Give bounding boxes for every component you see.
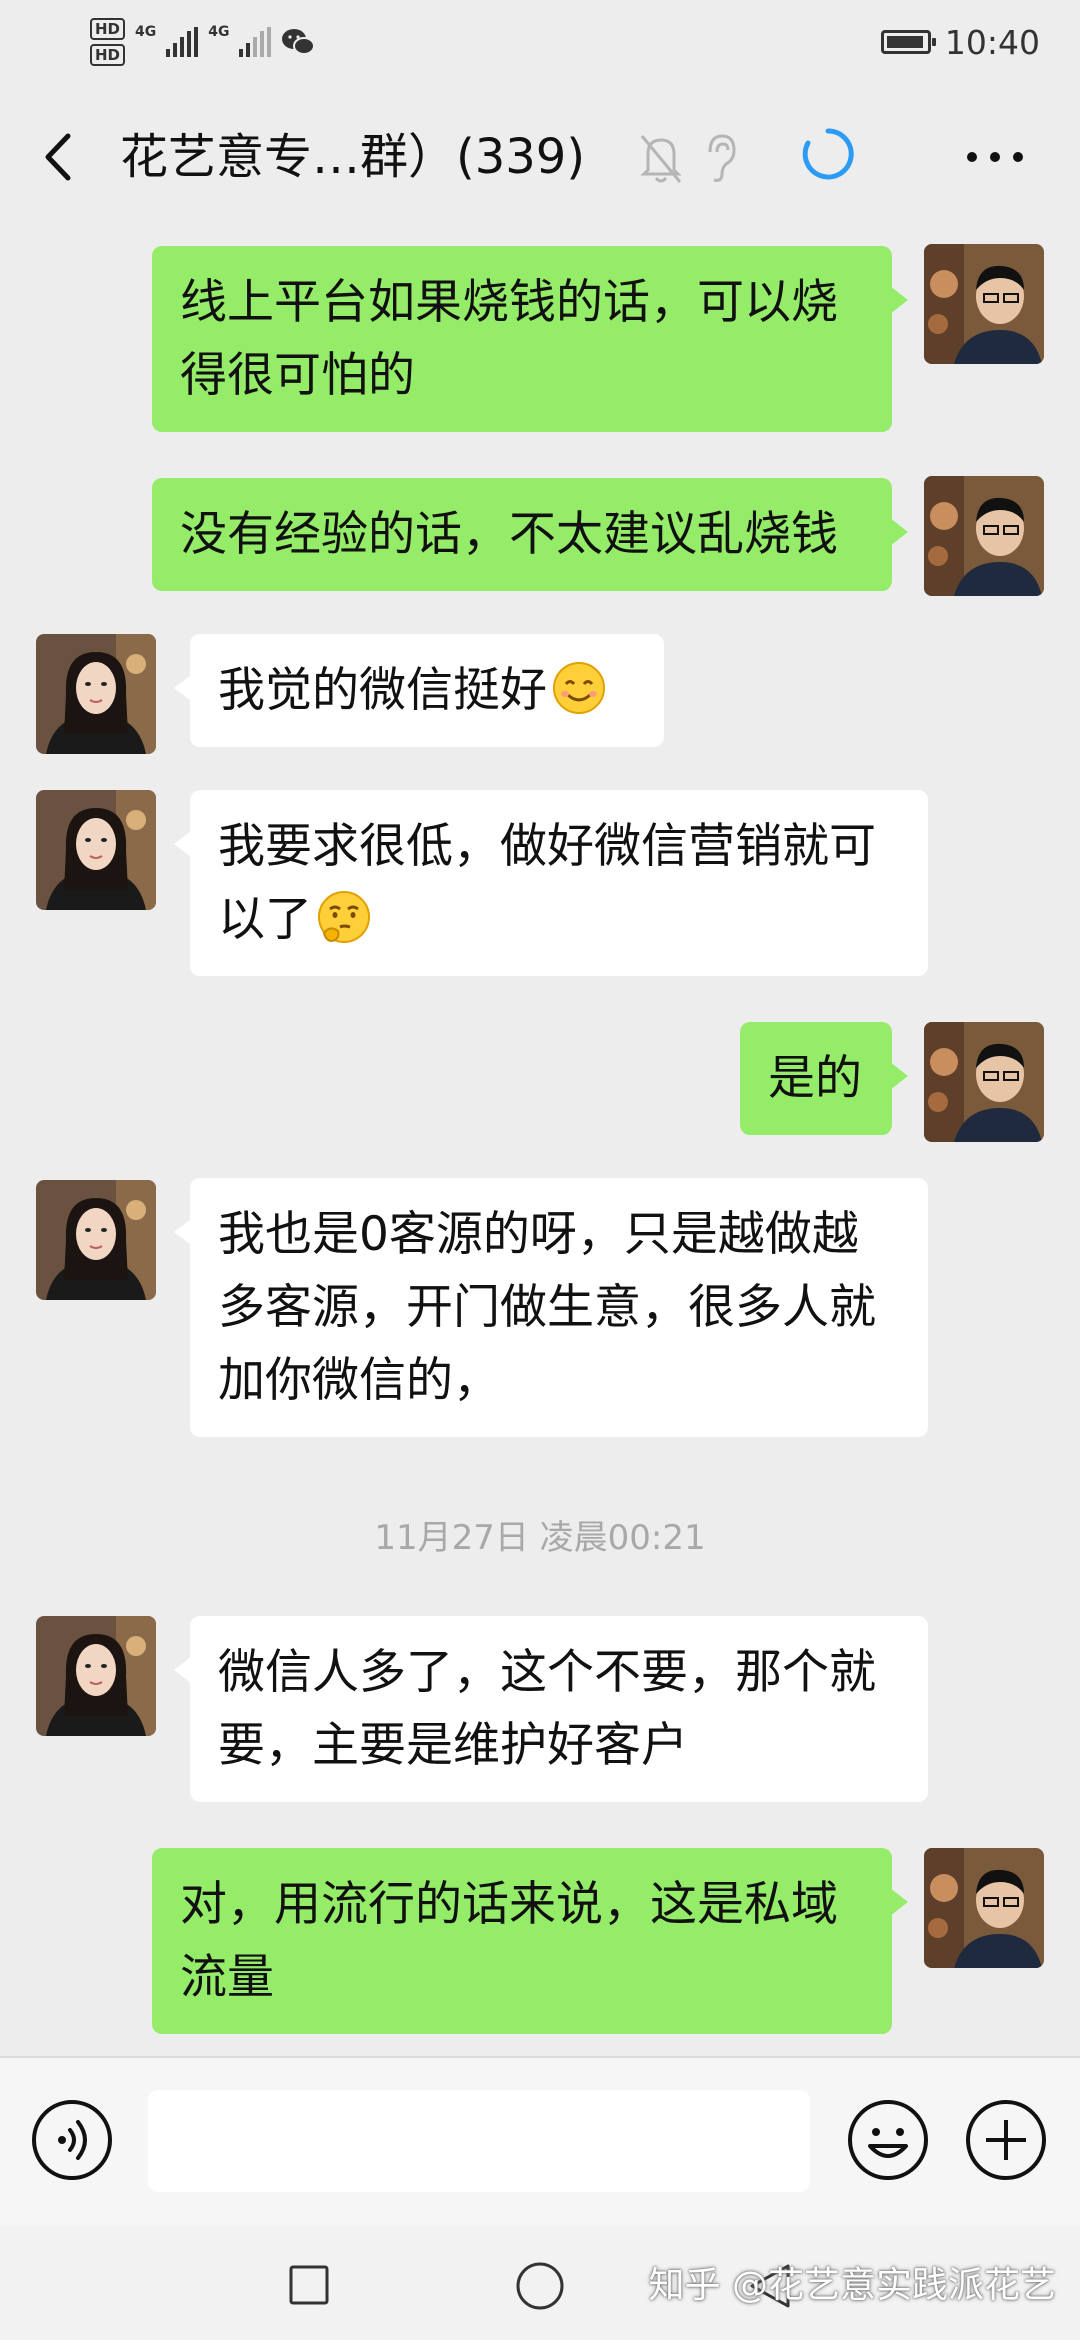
message-bubble-incoming[interactable]: 我也是0客源的呀，只是越做越多客源，开门做生意，很多人就加你微信的，	[174, 1178, 928, 1437]
wechat-icon	[282, 29, 316, 55]
hd1-badge: HD	[90, 18, 126, 40]
message-bubble-incoming[interactable]: 我觉的微信挺好	[174, 634, 664, 747]
message-timestamp: 11月27日 凌晨00:21	[374, 1518, 706, 1558]
avatar-female[interactable]	[36, 634, 156, 754]
voice-input-icon[interactable]	[30, 2098, 114, 2182]
loading-spinner-icon	[802, 128, 854, 180]
hd2-badge: HD	[90, 44, 126, 66]
home-icon[interactable]	[514, 2260, 566, 2312]
signal-icon-1	[166, 27, 199, 57]
more-options-icon[interactable]	[960, 132, 1030, 182]
status-right: 10:40	[880, 14, 1040, 70]
hd-indicators: HD HD	[90, 18, 126, 66]
message-bubble-incoming[interactable]: 我要求很低，做好微信营销就可以了	[174, 790, 928, 976]
thinking-emoji-icon	[318, 891, 370, 943]
message-bubble-outgoing[interactable]: 对，用流行的话来说，这是私域流量	[152, 1848, 908, 2034]
clock: 10:40	[944, 22, 1040, 62]
status-bar: HD HD 4G 4G 10:40	[0, 0, 1080, 82]
avatar-male[interactable]	[924, 1848, 1044, 1968]
battery-icon	[880, 30, 936, 54]
message-input[interactable]	[148, 2090, 810, 2192]
chat-header: 花艺意专…群）(339)	[0, 82, 1080, 230]
message-bubble-outgoing[interactable]: 是的	[740, 1022, 908, 1135]
status-left: HD HD 4G 4G	[90, 14, 316, 70]
input-bar	[0, 2056, 1080, 2228]
avatar-male[interactable]	[924, 1022, 1044, 1142]
message-bubble-incoming[interactable]: 微信人多了，这个不要，那个就要，主要是维护好客户	[174, 1616, 928, 1802]
avatar-female[interactable]	[36, 1616, 156, 1736]
smile-emoji-icon	[553, 662, 605, 714]
network-type-1: 4G	[135, 24, 157, 40]
earpiece-icon	[708, 134, 736, 182]
chat-title: 花艺意专…群）(339)	[120, 129, 586, 185]
back-arrow-icon[interactable]	[34, 122, 84, 192]
emoji-picker-icon[interactable]	[846, 2098, 930, 2182]
avatar-female[interactable]	[36, 1180, 156, 1300]
avatar-female[interactable]	[36, 790, 156, 910]
avatar-male[interactable]	[924, 476, 1044, 596]
message-bubble-outgoing[interactable]: 线上平台如果烧钱的话，可以烧得很可怕的	[152, 246, 908, 432]
message-text: 我觉的微信挺好	[218, 663, 547, 718]
watermark: 知乎 @花艺意实践派花艺	[648, 2265, 1056, 2306]
recent-apps-icon[interactable]	[288, 2264, 330, 2306]
signal-icon-2	[239, 27, 272, 57]
avatar-male[interactable]	[924, 244, 1044, 364]
network-type-2: 4G	[208, 24, 230, 40]
system-nav-bar: 知乎 @花艺意实践派花艺	[0, 2226, 1080, 2340]
message-bubble-outgoing[interactable]: 没有经验的话，不太建议乱烧钱	[152, 478, 908, 591]
mute-bell-icon	[640, 135, 682, 183]
add-more-icon[interactable]	[964, 2098, 1048, 2182]
